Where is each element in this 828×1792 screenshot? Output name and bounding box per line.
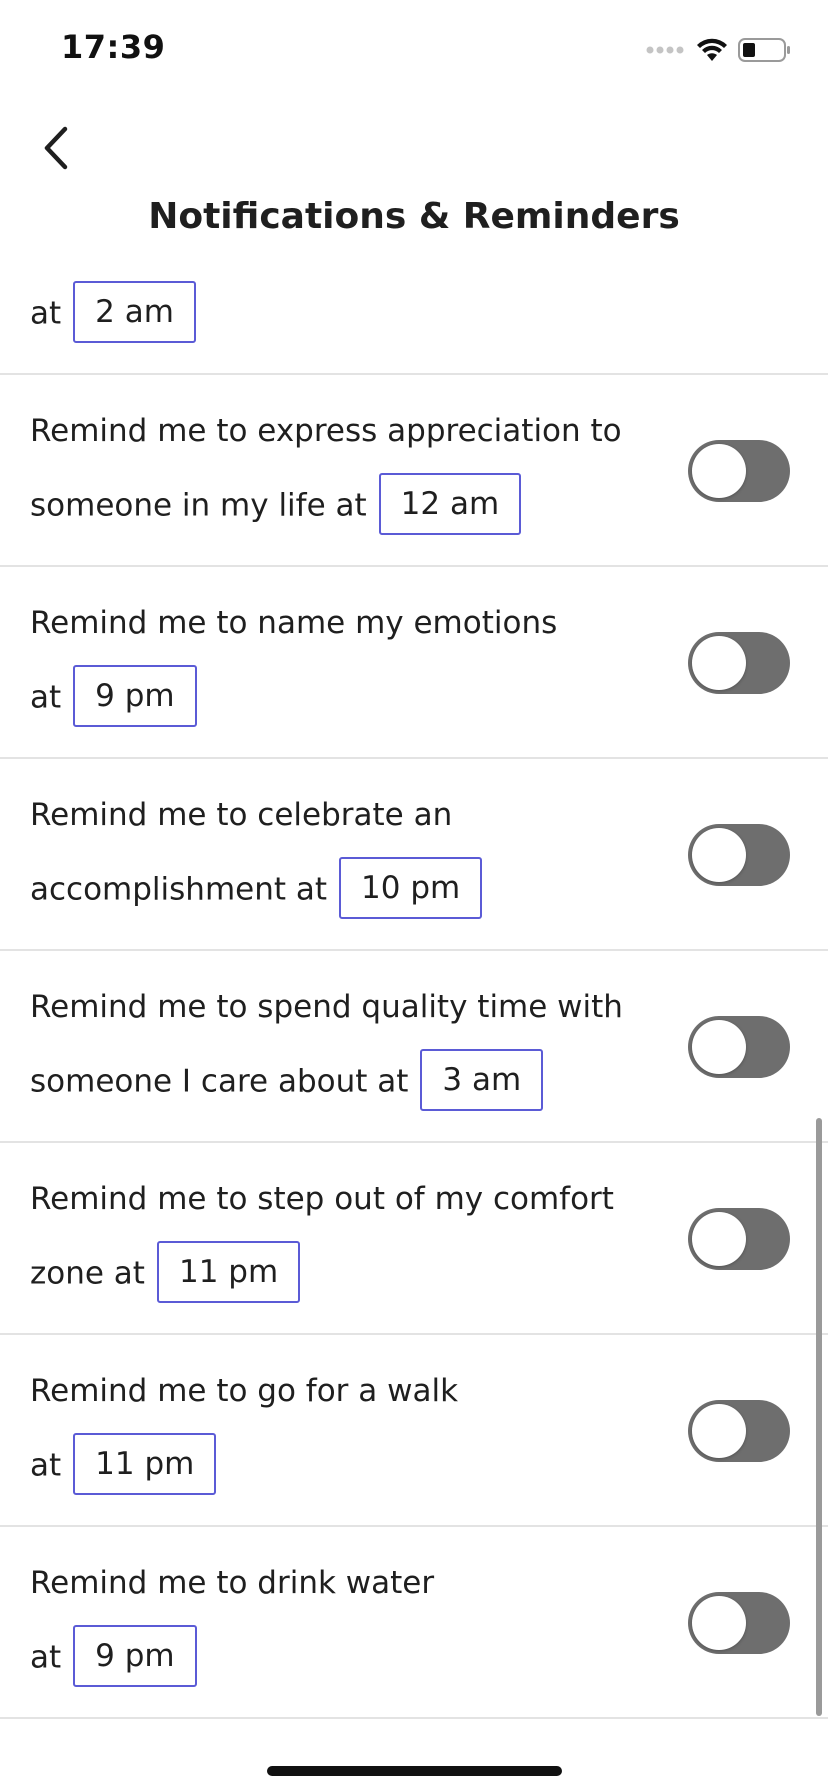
chevron-left-icon xyxy=(44,126,68,170)
wifi-icon xyxy=(697,38,727,61)
time-picker[interactable]: 11 pm xyxy=(73,1433,217,1495)
battery-icon xyxy=(738,38,790,62)
reminder-list[interactable]: at 2 am Remind me to express appreciation… xyxy=(0,275,828,1725)
reminder-row: Remind me to name my emotions at 9 pm xyxy=(0,567,828,759)
reminder-row: at 2 am xyxy=(0,275,828,375)
reminder-row: Remind me to spend quality time with som… xyxy=(0,951,828,1143)
reminder-prefix: at xyxy=(30,1447,62,1484)
reminder-row: Remind me to step out of my comfort zone… xyxy=(0,1143,828,1335)
toggle-knob xyxy=(692,1212,746,1266)
reminder-text-line1: Remind me to step out of my comfort xyxy=(30,1181,614,1217)
time-picker[interactable]: 10 pm xyxy=(339,857,483,919)
reminder-toggle[interactable] xyxy=(688,1400,790,1462)
signal-dots-icon xyxy=(646,46,684,54)
time-picker[interactable]: 11 pm xyxy=(156,1241,301,1303)
reminder-text-line1: Remind me to spend quality time with xyxy=(30,989,623,1025)
reminder-text-line2: at 11 pm xyxy=(30,1433,217,1495)
back-button[interactable] xyxy=(24,116,88,180)
reminder-text-line2: accomplishment at 10 pm xyxy=(30,857,483,919)
reminder-text-line1: Remind me to drink water xyxy=(30,1565,435,1601)
reminder-prefix: at xyxy=(30,295,62,332)
reminder-prefix: at xyxy=(30,1639,62,1676)
reminder-toggle[interactable] xyxy=(688,1016,790,1078)
reminder-text-line1: Remind me to celebrate an xyxy=(30,797,453,833)
toggle-knob xyxy=(692,1020,746,1074)
reminder-text-line1: Remind me to go for a walk xyxy=(30,1373,459,1409)
scrollbar[interactable] xyxy=(816,1118,822,1716)
toggle-knob xyxy=(692,444,746,498)
reminder-text-line1: Remind me to express appreciation to xyxy=(30,413,622,449)
page-title: Notifications & Reminders xyxy=(148,196,680,237)
reminder-text-line2: at 2 am xyxy=(30,281,196,343)
time-picker[interactable]: 3 am xyxy=(420,1049,544,1111)
reminder-text-line1: Remind me to name my emotions xyxy=(30,605,558,641)
status-bar: 17:39 xyxy=(0,0,828,100)
reminder-toggle[interactable] xyxy=(688,1208,790,1270)
reminder-prefix: someone in my life at xyxy=(30,487,367,524)
reminder-text-line2: someone I care about at 3 am xyxy=(30,1049,544,1111)
reminder-row: Remind me to celebrate an accomplishment… xyxy=(0,759,828,951)
toggle-knob xyxy=(692,636,746,690)
home-indicator[interactable] xyxy=(267,1766,562,1776)
reminder-prefix: accomplishment at xyxy=(30,871,328,908)
toggle-knob xyxy=(692,1404,746,1458)
reminder-toggle[interactable] xyxy=(688,824,790,886)
reminder-toggle[interactable] xyxy=(688,1592,790,1654)
toggle-knob xyxy=(692,1596,746,1650)
reminder-toggle[interactable] xyxy=(688,632,790,694)
time-picker[interactable]: 9 pm xyxy=(73,1625,197,1687)
time-picker[interactable]: 9 pm xyxy=(73,665,197,727)
reminder-toggle[interactable] xyxy=(688,440,790,502)
time-picker[interactable]: 2 am xyxy=(73,281,196,343)
reminder-text-line2: zone at 11 pm xyxy=(30,1241,301,1303)
reminder-prefix: someone I care about at xyxy=(30,1063,409,1100)
status-icons xyxy=(646,32,792,68)
time-picker[interactable]: 12 am xyxy=(378,473,522,535)
toggle-knob xyxy=(692,828,746,882)
reminder-prefix: at xyxy=(30,679,62,716)
header: Notifications & Reminders xyxy=(0,100,828,275)
reminder-row: Remind me to go for a walk at 11 pm xyxy=(0,1335,828,1527)
reminder-text-line2: at 9 pm xyxy=(30,1625,197,1687)
status-time: 17:39 xyxy=(61,28,166,66)
reminder-text-line2: at 9 pm xyxy=(30,665,197,727)
reminder-row: Remind me to express appreciation to som… xyxy=(0,375,828,567)
reminder-text-line2: someone in my life at 12 am xyxy=(30,473,522,535)
reminder-prefix: zone at xyxy=(30,1255,145,1292)
reminder-row: Remind me to drink water at 9 pm xyxy=(0,1527,828,1719)
